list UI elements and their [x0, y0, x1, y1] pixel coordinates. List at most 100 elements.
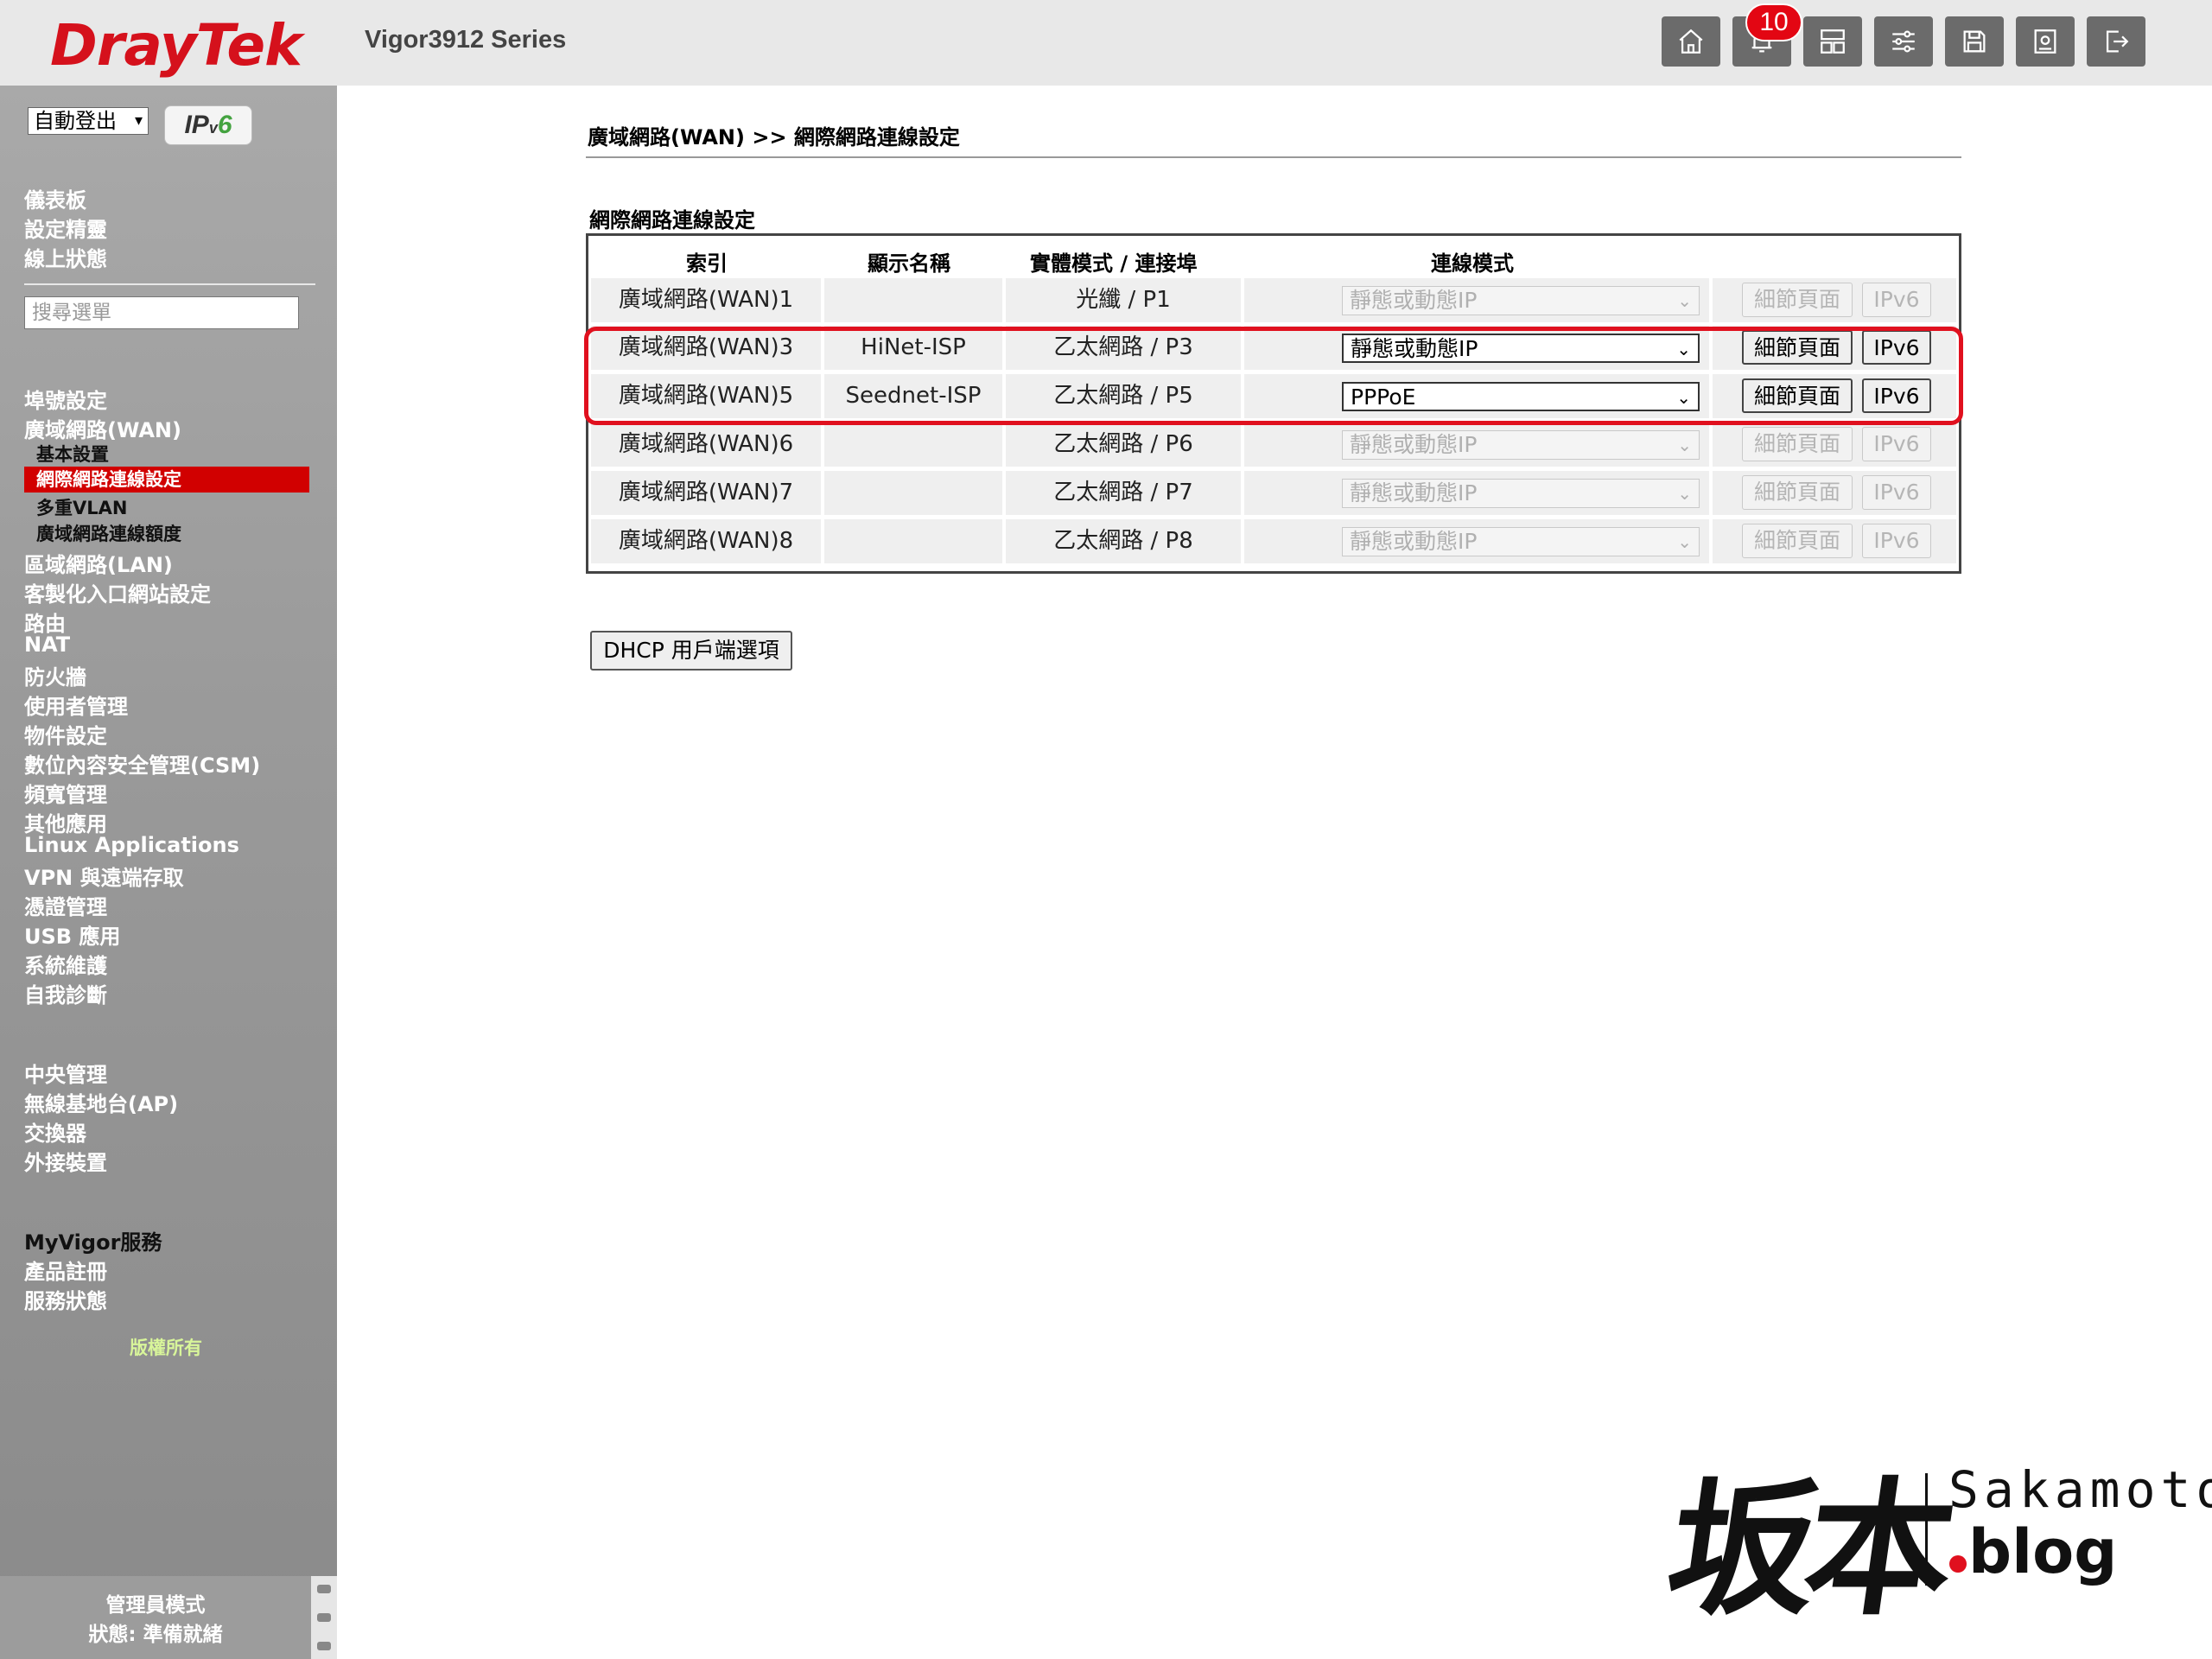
row-name: [824, 471, 1002, 515]
highlight-annotation: [584, 327, 1963, 425]
search-menu-input[interactable]: 搜尋選單: [24, 296, 299, 329]
menu-port-setup[interactable]: 埠號設定: [24, 384, 107, 414]
table-row: 廣域網路(WAN)7 乙太網路 / P7 靜態或動態IP ⌄ 細節頁面 IPv6: [591, 471, 1956, 515]
ipv6-button[interactable]: IPv6: [1862, 427, 1931, 461]
detail-page-button[interactable]: 細節頁面: [1742, 427, 1853, 461]
table-row: 廣域網路(WAN)8 乙太網路 / P8 靜態或動態IP ⌄ 細節頁面 IPv6: [591, 519, 1956, 563]
scroll-thumb[interactable]: [317, 1613, 331, 1622]
chevron-down-icon: ▾: [134, 111, 143, 130]
menu-ap[interactable]: 無線基地台(AP): [24, 1087, 178, 1117]
row-name: [824, 278, 1002, 322]
logout-button[interactable]: [2087, 16, 2145, 67]
config-backup-button[interactable]: [2016, 16, 2075, 67]
menu-objects[interactable]: 物件設定: [24, 719, 107, 749]
detail-page-button[interactable]: 細節頁面: [1742, 283, 1853, 317]
menu-portal[interactable]: 客製化入口網站設定: [24, 577, 211, 607]
table-row: 廣域網路(WAN)6 乙太網路 / P6 靜態或動態IP ⌄ 細節頁面 IPv6: [591, 423, 1956, 467]
home-icon: [1679, 29, 1703, 54]
dashboard-button[interactable]: [1803, 16, 1862, 67]
scroll-up-icon[interactable]: [317, 1585, 331, 1593]
menu-linux-applications[interactable]: Linux Applications: [24, 833, 239, 857]
table-row: 廣域網路(WAN)1 光纖 / P1 靜態或動態IP ⌄ 細節頁面 IPv6: [591, 278, 1956, 322]
menu-vpn[interactable]: VPN 與遠端存取: [24, 861, 184, 891]
status-label: 狀態: 準備就緒: [88, 1624, 223, 1646]
chevron-down-icon: ⌄: [1677, 290, 1692, 311]
dhcp-client-options-button[interactable]: DHCP 用戶端選項: [590, 631, 792, 671]
auto-logout-select[interactable]: 自動登出 ▾: [28, 107, 149, 135]
dashboard-layout-icon: [1821, 29, 1845, 54]
menu-wan-internet-access[interactable]: 網際網路連線設定: [24, 467, 309, 493]
connection-mode-select[interactable]: 靜態或動態IP ⌄: [1342, 286, 1700, 315]
settings-button[interactable]: [1874, 16, 1933, 67]
menu-system-maintenance[interactable]: 系統維護: [24, 949, 107, 979]
column-header-physical: 實體模式 / 連接埠: [1030, 251, 1198, 276]
row-name: [824, 423, 1002, 467]
menu-myvigor[interactable]: MyVigor服務: [24, 1225, 162, 1255]
menu-wan-general[interactable]: 基本設置: [36, 441, 109, 467]
column-header-index: 索引: [686, 251, 728, 276]
menu-diagnostics[interactable]: 自我診斷: [24, 978, 107, 1008]
connection-mode-select[interactable]: 靜態或動態IP ⌄: [1342, 527, 1700, 556]
ipv6-logo[interactable]: IPv6: [164, 105, 252, 145]
row-index: 廣域網路(WAN)8: [591, 519, 821, 563]
watermark-sakamoto: Sakamoto: [1948, 1460, 2212, 1519]
menu-nat[interactable]: NAT: [24, 632, 70, 657]
chevron-down-icon: ⌄: [1677, 531, 1692, 552]
row-physical: 光纖 / P1: [1006, 278, 1241, 322]
menu-certificate[interactable]: 憑證管理: [24, 890, 107, 920]
watermark-divider: [1925, 1473, 1928, 1586]
ipv6-button[interactable]: IPv6: [1862, 475, 1931, 510]
menu-dashboard[interactable]: 儀表板: [24, 183, 86, 213]
watermark-blog: blog: [1968, 1516, 2118, 1587]
sidebar: 自動登出 ▾ IPv6 儀表板 設定精靈 線上狀態 搜尋選單 埠號設定 廣域網路…: [0, 86, 337, 1659]
copyright-link[interactable]: 版權所有: [130, 1334, 202, 1360]
ipv6-button[interactable]: IPv6: [1862, 283, 1931, 317]
home-button[interactable]: [1662, 16, 1720, 67]
row-name: [824, 519, 1002, 563]
menu-bandwidth[interactable]: 頻寬管理: [24, 778, 107, 808]
menu-online-status[interactable]: 線上狀態: [24, 242, 107, 272]
menu-lan[interactable]: 區域網路(LAN): [24, 548, 173, 578]
menu-wan-multi-vlan[interactable]: 多重VLAN: [36, 494, 127, 520]
connection-mode-select[interactable]: 靜態或動態IP ⌄: [1342, 479, 1700, 508]
menu-product-registration[interactable]: 產品註冊: [24, 1255, 107, 1285]
scroll-down-icon[interactable]: [317, 1642, 331, 1650]
menu-user-management[interactable]: 使用者管理: [24, 690, 128, 720]
menu-wizard[interactable]: 設定精靈: [24, 213, 107, 243]
divider: [24, 283, 315, 285]
detail-page-button[interactable]: 細節頁面: [1742, 524, 1853, 558]
row-index: 廣域網路(WAN)6: [591, 423, 821, 467]
top-header: DrayTek Vigor3912 Series 10: [0, 0, 2212, 86]
chevron-down-icon: ⌄: [1677, 483, 1692, 504]
column-header-name: 顯示名稱: [868, 251, 950, 276]
watermark-dot: [1949, 1555, 1967, 1573]
row-physical: 乙太網路 / P8: [1006, 519, 1241, 563]
model-name: Vigor3912 Series: [365, 26, 567, 54]
menu-wan-budget[interactable]: 廣域網路連線額度: [36, 520, 181, 546]
menu-wan[interactable]: 廣域網路(WAN): [24, 413, 181, 443]
draytek-logo: DrayTek: [50, 12, 302, 79]
menu-firewall[interactable]: 防火牆: [24, 660, 86, 690]
menu-external-devices[interactable]: 外接裝置: [24, 1146, 107, 1176]
menu-switch[interactable]: 交換器: [24, 1116, 86, 1147]
chevron-down-icon: ⌄: [1677, 435, 1692, 455]
ipv6-button[interactable]: IPv6: [1862, 524, 1931, 558]
status-scrollbar[interactable]: [311, 1576, 337, 1659]
menu-service-status[interactable]: 服務狀態: [24, 1284, 107, 1314]
menu-csm[interactable]: 數位內容安全管理(CSM): [24, 748, 260, 779]
row-physical: 乙太網路 / P6: [1006, 423, 1241, 467]
config-backup-icon: [2034, 29, 2056, 54]
menu-usb[interactable]: USB 應用: [24, 919, 120, 950]
save-button[interactable]: [1945, 16, 2004, 67]
connection-mode-select[interactable]: 靜態或動態IP ⌄: [1342, 430, 1700, 460]
save-icon: [1963, 30, 1986, 53]
divider: [586, 156, 1961, 158]
breadcrumb: 廣域網路(WAN) >> 網際網路連線設定: [588, 125, 960, 149]
notification-badge[interactable]: 10: [1745, 3, 1802, 41]
column-header-mode: 連線模式: [1431, 251, 1514, 276]
row-index: 廣域網路(WAN)7: [591, 471, 821, 515]
menu-central-management[interactable]: 中央管理: [24, 1058, 107, 1088]
detail-page-button[interactable]: 細節頁面: [1742, 475, 1853, 510]
row-physical: 乙太網路 / P7: [1006, 471, 1241, 515]
status-panel: 管理員模式 狀態: 準備就緒: [0, 1576, 311, 1659]
